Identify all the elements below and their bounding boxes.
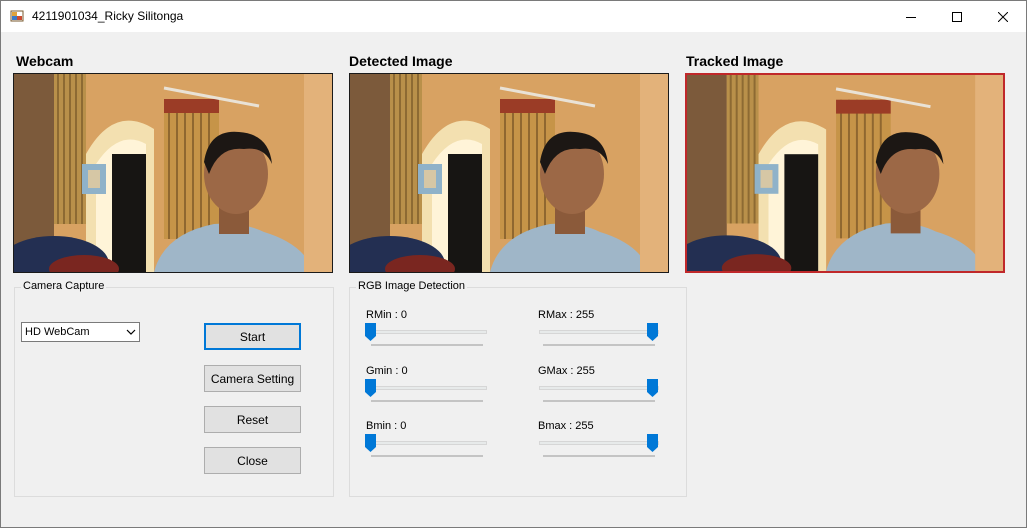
bmin-thumb[interactable]	[365, 434, 376, 452]
maximize-icon	[952, 11, 962, 22]
bmax-label: Bmax : 255	[538, 420, 594, 432]
tracked-image	[687, 75, 1003, 271]
close-icon	[998, 11, 1008, 22]
bmin-slider[interactable]	[365, 434, 491, 460]
rmin-label: RMin : 0	[366, 309, 407, 321]
bmin-tick-bar	[371, 455, 483, 457]
title-bar: 4211901034_Ricky Silitonga	[1, 1, 1026, 32]
bmin-track	[367, 441, 487, 445]
close-window-button[interactable]	[980, 1, 1026, 32]
detected-image-view	[349, 73, 669, 273]
rmin-slider[interactable]	[365, 323, 491, 349]
gmin-label: Gmin : 0	[366, 365, 408, 377]
bmax-slider[interactable]	[537, 434, 663, 460]
rmin-thumb[interactable]	[365, 323, 376, 341]
detected-image	[350, 74, 668, 272]
camera-device-value: HD WebCam	[25, 326, 90, 338]
close-button[interactable]: Close	[204, 447, 301, 474]
gmin-thumb[interactable]	[365, 379, 376, 397]
app-icon	[10, 10, 24, 22]
rmax-label: RMax : 255	[538, 309, 595, 321]
gmin-track	[367, 386, 487, 390]
rmax-tick-bar	[543, 344, 655, 346]
start-button[interactable]: Start	[204, 323, 301, 350]
webcam-image	[14, 74, 332, 272]
rmax-track	[539, 330, 659, 334]
tracked-image-title: Tracked Image	[686, 53, 784, 69]
gmax-thumb[interactable]	[647, 379, 658, 397]
rmin-track	[367, 330, 487, 334]
camera-capture-label: Camera Capture	[21, 280, 107, 292]
gmax-slider[interactable]	[537, 379, 663, 405]
detected-image-title: Detected Image	[349, 53, 453, 69]
app-window: 4211901034_Ricky Silitonga Webcam Detect…	[0, 0, 1027, 528]
bmax-tick-bar	[543, 455, 655, 457]
rmin-tick-bar	[371, 344, 483, 346]
bmax-thumb[interactable]	[647, 434, 658, 452]
gmin-slider[interactable]	[365, 379, 491, 405]
tracked-image-view	[685, 73, 1005, 273]
bmax-track	[539, 441, 659, 445]
camera-device-select[interactable]: HD WebCam	[21, 322, 140, 342]
rmax-thumb[interactable]	[647, 323, 658, 341]
reset-button[interactable]: Reset	[204, 406, 301, 433]
gmax-tick-bar	[543, 400, 655, 402]
webcam-view	[13, 73, 333, 273]
gmax-track	[539, 386, 659, 390]
minimize-icon	[906, 16, 916, 18]
gmax-label: GMax : 255	[538, 365, 595, 377]
gmin-tick-bar	[371, 400, 483, 402]
bmin-label: Bmin : 0	[366, 420, 407, 432]
rmax-slider[interactable]	[537, 323, 663, 349]
webcam-title: Webcam	[16, 53, 74, 69]
camera-setting-button[interactable]: Camera Setting	[204, 365, 301, 392]
maximize-button[interactable]	[934, 1, 980, 32]
minimize-button[interactable]	[888, 1, 934, 32]
rgb-detection-label: RGB Image Detection	[356, 280, 467, 292]
window-title: 4211901034_Ricky Silitonga	[32, 9, 184, 23]
chevron-down-icon	[126, 329, 136, 335]
